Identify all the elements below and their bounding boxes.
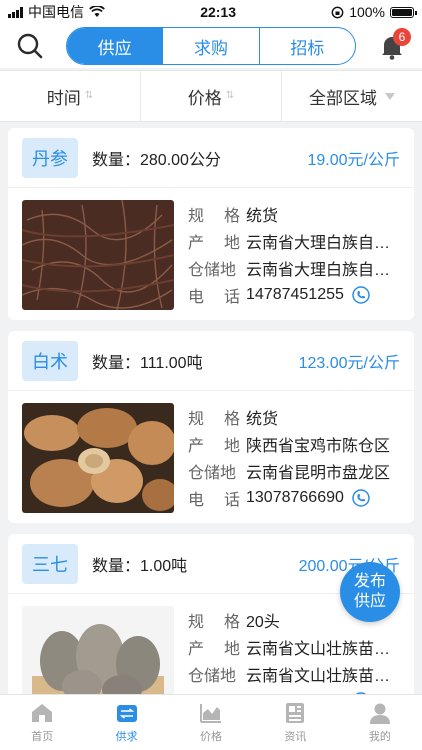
origin-value: 云南省文山壮族苗… — [246, 640, 391, 658]
quantity: 数量：1.00吨 — [92, 557, 188, 575]
bottom-tab-bar: 首页 供求 价格 资讯 我的 — [0, 694, 422, 750]
search-icon[interactable] — [16, 32, 44, 60]
status-bar: 中国电信 22:13 100% — [0, 0, 422, 24]
origin-label: 产 — [188, 437, 205, 455]
supply-icon — [116, 705, 137, 722]
sort-icon: ⇅ — [84, 90, 94, 101]
dropdown-arrow-icon — [385, 92, 395, 100]
price: 123.00元/公斤 — [298, 354, 400, 372]
sort-icon: ⇅ — [225, 90, 235, 101]
origin-label: 产 — [188, 640, 205, 658]
quantity: 数量：280.00公分 — [92, 151, 221, 169]
filter-price-label: 价格 — [187, 88, 222, 108]
spec-label: 格 — [223, 207, 240, 225]
herb-photo — [22, 200, 174, 310]
user-icon — [369, 703, 390, 724]
storage-value: 云南省文山壮族苗… — [246, 667, 391, 685]
quantity: 数量：111.00吨 — [92, 354, 203, 372]
tabbar-home[interactable]: 首页 — [0, 695, 84, 750]
fab-label-line2: 供应 — [353, 593, 386, 610]
home-icon — [32, 704, 53, 722]
spec-label: 格 — [223, 410, 240, 428]
phone-label: 话 — [223, 491, 240, 509]
storage-label: 仓储地 — [188, 261, 237, 279]
news-icon — [286, 703, 305, 723]
herb-name: 丹参 — [22, 137, 78, 178]
origin-label: 地 — [223, 234, 240, 252]
tabbar-home-label: 首页 — [31, 731, 54, 743]
tab-supply[interactable]: 供应 — [67, 28, 163, 64]
phone-call-icon[interactable] — [352, 488, 370, 507]
filter-price[interactable]: 价格 ⇅ — [140, 71, 281, 121]
spec-label: 规 — [188, 410, 205, 428]
filter-region-label: 全部区域 — [309, 88, 377, 108]
origin-label: 地 — [223, 437, 240, 455]
tabbar-price-label: 价格 — [200, 731, 223, 743]
battery-icon — [390, 6, 417, 18]
herb-photo — [22, 403, 174, 513]
storage-label: 仓储地 — [188, 667, 237, 685]
origin-label: 产 — [188, 234, 205, 252]
phone-label: 电 — [188, 491, 205, 509]
status-time: 22:13 — [200, 4, 236, 20]
battery-percent: 100% — [349, 4, 385, 20]
supply-list: 丹参 数量：280.00公分 19.00元/公斤 规格统货 产地云南省大理白族自… — [8, 128, 414, 737]
phone-label: 话 — [223, 288, 240, 306]
origin-value: 云南省大理白族自… — [246, 234, 391, 252]
fab-label-line1: 发布 — [353, 573, 386, 590]
publish-supply-button[interactable]: 发布 供应 — [340, 562, 400, 622]
signal-icon — [8, 6, 23, 18]
carrier-name: 中国电信 — [28, 4, 84, 20]
herb-name: 白术 — [22, 340, 78, 381]
tabbar-price[interactable]: 价格 — [169, 695, 253, 750]
spec-label: 格 — [223, 613, 240, 631]
segment-tabs: 供应 求购 招标 — [66, 27, 356, 65]
spec-label: 规 — [188, 613, 205, 631]
phone-value: 14787451255 — [246, 285, 344, 303]
origin-value: 陕西省宝鸡市陈仓区 — [246, 437, 391, 455]
tabbar-supply-label: 供求 — [115, 731, 138, 743]
herb-name: 三七 — [22, 543, 78, 584]
spec-value: 统货 — [246, 410, 279, 428]
filter-time[interactable]: 时间 ⇅ — [0, 71, 140, 121]
filter-bar: 时间 ⇅ 价格 ⇅ 全部区域 — [0, 70, 422, 122]
tabbar-profile-label: 我的 — [368, 731, 391, 743]
tabbar-profile[interactable]: 我的 — [338, 695, 422, 750]
chart-icon — [200, 704, 222, 723]
phone-label: 电 — [188, 288, 205, 306]
wifi-icon — [89, 6, 105, 17]
spec-value: 统货 — [246, 207, 279, 225]
filter-region[interactable]: 全部区域 — [281, 71, 422, 121]
origin-label: 地 — [223, 640, 240, 658]
tabbar-news-label: 资讯 — [284, 731, 307, 743]
supply-card[interactable]: 丹参 数量：280.00公分 19.00元/公斤 规格统货 产地云南省大理白族自… — [8, 128, 414, 320]
top-header: 供应 求购 招标 6 — [0, 24, 422, 68]
storage-value: 云南省昆明市盘龙区 — [246, 464, 391, 482]
notification-badge: 6 — [393, 28, 411, 46]
filter-time-label: 时间 — [46, 88, 81, 108]
supply-card[interactable]: 白术 数量：111.00吨 123.00元/公斤 规格统货 产地陕西省宝鸡市陈仓… — [8, 331, 414, 523]
tabbar-supply[interactable]: 供求 — [84, 695, 168, 750]
tabbar-news[interactable]: 资讯 — [253, 695, 337, 750]
phone-value: 13078766690 — [246, 488, 344, 506]
phone-call-icon[interactable] — [352, 285, 370, 304]
storage-value: 云南省大理白族自… — [246, 261, 391, 279]
spec-label: 规 — [188, 207, 205, 225]
tab-purchase[interactable]: 求购 — [162, 28, 258, 64]
orientation-lock-icon — [331, 6, 344, 18]
storage-label: 仓储地 — [188, 464, 237, 482]
tab-tender[interactable]: 招标 — [258, 28, 355, 64]
price: 19.00元/公斤 — [307, 151, 401, 169]
